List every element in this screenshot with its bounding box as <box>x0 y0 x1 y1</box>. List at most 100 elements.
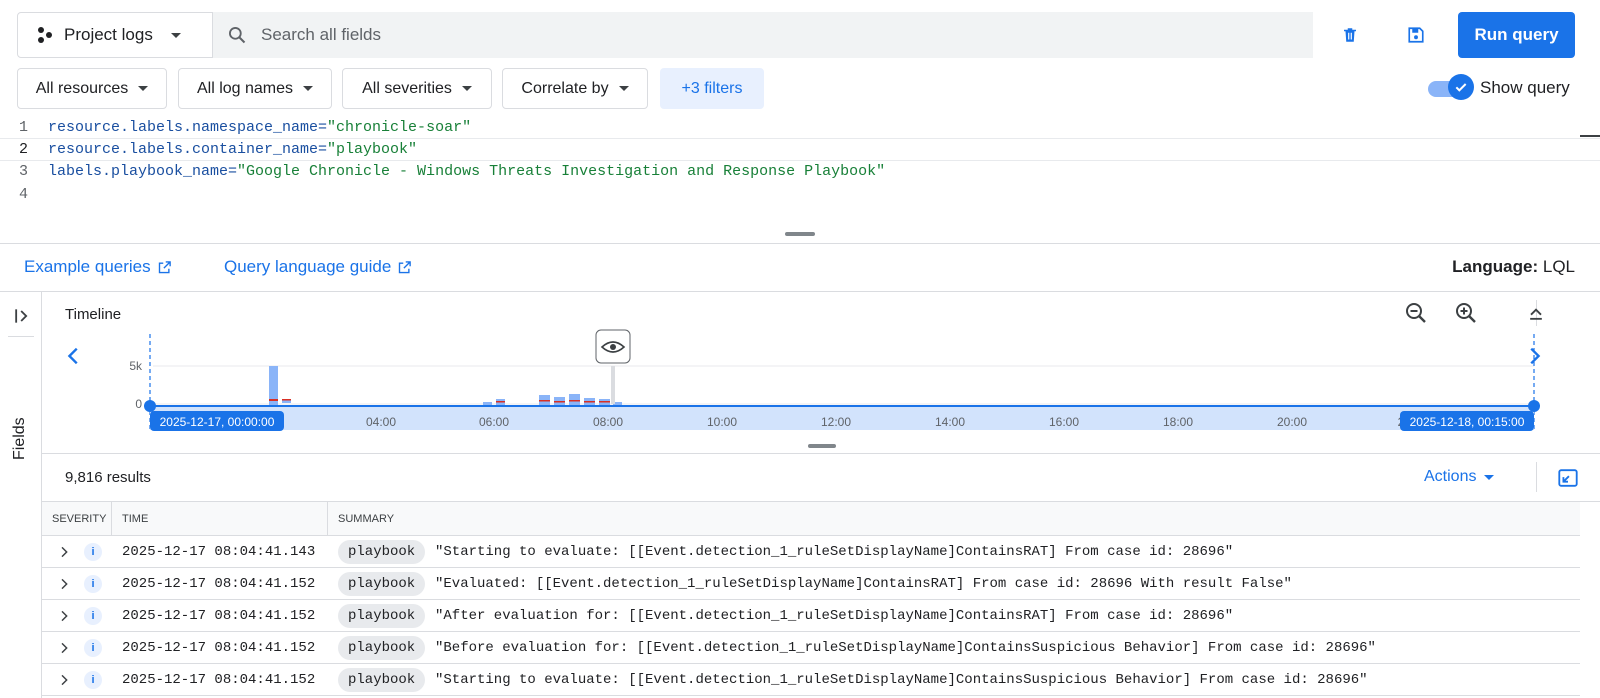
range-end-handle[interactable] <box>1528 400 1540 412</box>
chevron-right-icon[interactable] <box>56 672 72 688</box>
query-editor[interactable]: 1 resource.labels.namespace_name="chroni… <box>0 114 1600 244</box>
show-query-toggle[interactable] <box>1428 74 1474 100</box>
log-summary: "Starting to evaluate: [[Event.detection… <box>435 672 1368 688</box>
range-start-handle[interactable] <box>144 400 156 412</box>
log-time: 2025-12-17 08:04:41.143 <box>122 544 316 560</box>
search-bar[interactable] <box>213 12 1313 58</box>
x-tick: 08:00 <box>593 415 623 429</box>
log-time: 2025-12-17 08:04:41.152 <box>122 576 316 592</box>
query-value: "chronicle-soar" <box>327 119 472 136</box>
x-tick: 10:00 <box>707 415 737 429</box>
chevron-right-icon[interactable] <box>56 544 72 560</box>
timeline-histogram[interactable]: 5k 0 04:00 06:00 08:00 10:00 12:00 14:00… <box>42 292 1600 454</box>
top-bar: Project logs Run query <box>0 0 1600 68</box>
log-time: 2025-12-17 08:04:41.152 <box>122 608 316 624</box>
x-tick: 12:00 <box>821 415 851 429</box>
log-summary: "After evaluation for: [[Event.detection… <box>435 608 1234 624</box>
line-number: 1 <box>18 119 28 136</box>
log-summary: "Starting to evaluate: [[Event.detection… <box>435 544 1234 560</box>
line-number: 3 <box>18 163 28 180</box>
timeline-panel: Timeline 5k 0 04:00 06:00 08:00 10:00 12… <box>42 292 1600 454</box>
log-row[interactable]: i 2025-12-17 08:04:41.152 playbook "Afte… <box>42 600 1580 632</box>
log-summary: "Before evaluation for: [[Event.detectio… <box>435 640 1376 656</box>
resources-filter[interactable]: All resources <box>17 68 167 109</box>
chevron-down-icon <box>170 32 181 38</box>
search-input[interactable] <box>261 25 1161 45</box>
timeline-resize-handle[interactable] <box>808 444 836 448</box>
log-row[interactable]: i 2025-12-17 08:04:41.152 playbook "Befo… <box>42 632 1580 664</box>
log-row[interactable]: i 2025-12-17 08:04:41.152 playbook "Eval… <box>42 568 1580 600</box>
log-row[interactable]: i 2025-12-17 08:04:41.143 playbook "Star… <box>42 536 1580 568</box>
query-language-guide-link[interactable]: Query language guide <box>224 257 412 277</box>
chevron-right-icon[interactable] <box>56 576 72 592</box>
container-chip[interactable]: playbook <box>338 636 426 660</box>
example-queries-link[interactable]: Example queries <box>24 257 172 277</box>
info-severity-icon: i <box>84 543 102 561</box>
chevron-down-icon <box>461 86 472 91</box>
language-value: LQL <box>1542 257 1575 276</box>
x-tick: 18:00 <box>1163 415 1193 429</box>
actions-menu-button[interactable]: Actions <box>1424 468 1495 486</box>
expand-results-button[interactable] <box>1550 460 1586 496</box>
show-query-label: Show query <box>1480 78 1570 97</box>
severities-filter-label: All severities <box>362 79 452 97</box>
range-end-label: 2025-12-18, 00:15:00 <box>1410 415 1525 429</box>
expand-fields-button[interactable] <box>4 298 40 334</box>
container-chip[interactable]: playbook <box>338 572 426 596</box>
editor-line[interactable]: 1 resource.labels.namespace_name="chroni… <box>0 116 1600 139</box>
project-scope-label: Project logs <box>64 25 153 44</box>
more-filters-button[interactable]: +3 filters <box>660 68 764 109</box>
fields-label: Fields <box>11 417 28 460</box>
resources-filter-label: All resources <box>35 79 129 97</box>
line-number: 2 <box>18 141 28 158</box>
column-header-summary[interactable]: SUMMARY <box>328 502 1580 536</box>
line-number: 4 <box>18 186 28 203</box>
histogram-bar-error <box>584 401 595 403</box>
log-time: 2025-12-17 08:04:41.152 <box>122 640 316 656</box>
query-value: "Google Chronicle - Windows Threats Inve… <box>237 163 886 180</box>
column-header-time[interactable]: TIME <box>112 502 328 536</box>
editor-line[interactable]: 3 labels.playbook_name="Google Chronicle… <box>0 160 1600 183</box>
editor-resize-handle[interactable] <box>785 232 815 236</box>
histogram-bar <box>483 402 492 405</box>
project-scope-dropdown[interactable]: Project logs <box>17 12 213 58</box>
container-chip[interactable]: playbook <box>338 540 426 564</box>
project-logs-icon <box>38 27 52 43</box>
run-query-button[interactable]: Run query <box>1458 12 1575 58</box>
container-chip[interactable]: playbook <box>338 668 426 692</box>
histogram-bar-error <box>496 401 505 403</box>
log-summary: "Evaluated: [[Event.detection_1_ruleSetD… <box>435 576 1292 592</box>
editor-line-active[interactable]: 2 resource.labels.container_name="playbo… <box>0 138 1600 161</box>
column-header-severity[interactable]: SEVERITY <box>42 502 112 536</box>
fullscreen-icon <box>1558 469 1578 487</box>
chevron-down-icon <box>138 86 149 91</box>
log-names-filter-label: All log names <box>196 79 294 97</box>
toolbar-divider <box>1536 462 1537 492</box>
editor-line[interactable]: 4 <box>0 183 1600 206</box>
delete-query-button[interactable] <box>1332 17 1368 53</box>
external-link-icon <box>399 260 412 273</box>
editor-scroll-marker <box>1580 135 1600 137</box>
info-severity-icon: i <box>84 671 102 689</box>
y-tick-0: 0 <box>135 397 142 411</box>
severities-filter[interactable]: All severities <box>342 68 492 109</box>
actions-label: Actions <box>1424 468 1477 485</box>
query-language-guide-label: Query language guide <box>224 257 392 276</box>
x-tick: 04:00 <box>366 415 396 429</box>
histogram-bar <box>569 394 580 405</box>
log-names-filter[interactable]: All log names <box>178 68 332 109</box>
correlate-by-filter[interactable]: Correlate by <box>502 68 648 109</box>
language-label: Language: <box>1452 257 1539 276</box>
chevron-right-icon[interactable] <box>56 640 72 656</box>
container-chip[interactable]: playbook <box>338 604 426 628</box>
search-icon <box>229 27 246 44</box>
help-links-bar: Example queries Query language guide Lan… <box>0 244 1600 292</box>
fields-tab[interactable]: Fields <box>11 406 35 466</box>
x-tick: 06:00 <box>479 415 509 429</box>
info-severity-icon: i <box>84 607 102 625</box>
chevron-right-icon[interactable] <box>56 608 72 624</box>
save-query-button[interactable] <box>1398 17 1434 53</box>
query-key: resource.labels.container_name= <box>48 141 328 158</box>
log-table-header: SEVERITY TIME SUMMARY <box>42 502 1580 536</box>
log-row[interactable]: i 2025-12-17 08:04:41.152 playbook "Star… <box>42 664 1580 696</box>
